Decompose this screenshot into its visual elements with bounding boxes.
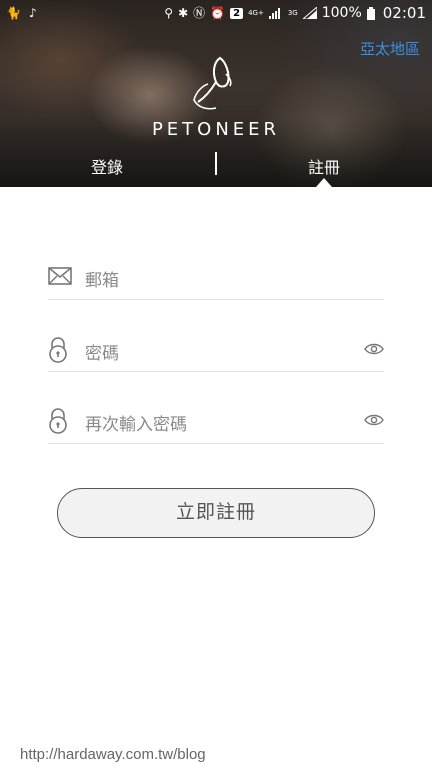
clock: 02:01 [382,4,426,22]
auth-tabs: 登錄 註冊 [0,148,432,187]
password-input[interactable]: 密碼 [85,339,119,364]
signal-icon [268,8,280,19]
tab-register[interactable]: 註冊 [308,154,340,178]
nfc-icon: Ⓝ [193,6,206,20]
confirm-password-input[interactable]: 再次輸入密碼 [85,410,187,435]
password-field[interactable]: 密碼 [48,300,384,372]
tab-divider [215,152,217,175]
location-icon: ⚲ [164,6,174,20]
lock-icon [49,408,67,434]
notification-count-badge: 2 [230,7,244,19]
bluetooth-icon: ✱ [178,6,189,20]
pet-logo-icon [193,56,232,110]
register-form: 郵箱 密碼 再次輸入密碼 [48,254,384,444]
status-bar: 🐈 ♪ ⚲ ✱ Ⓝ ⏰ 2 4G+ 3G 100% 02:01 [0,0,432,26]
header-hero-image: 🐈 ♪ ⚲ ✱ Ⓝ ⏰ 2 4G+ 3G 100% 02:01 亞太地區 PET… [0,0,432,187]
lock-icon [49,337,67,363]
battery-percent: 100% [321,5,362,21]
music-note-icon: ♪ [28,6,37,20]
network-4g-label: 4G+ [248,8,264,17]
show-confirm-password-eye-icon[interactable] [364,414,384,426]
email-input[interactable]: 郵箱 [85,266,119,291]
email-field[interactable]: 郵箱 [48,254,384,300]
active-tab-indicator [316,178,332,187]
show-password-eye-icon[interactable] [364,343,384,355]
register-button[interactable]: 立即註冊 [57,488,375,538]
signal-icon-2 [302,7,317,19]
petoneer-logo [0,52,432,114]
network-3g-label: 3G [287,8,298,17]
mail-icon [48,267,72,285]
battery-icon [366,6,375,20]
cat-notification-icon: 🐈 [6,6,21,20]
watermark: http://hardaway.com.tw/blog [20,746,206,763]
confirm-password-field[interactable]: 再次輸入密碼 [48,372,384,444]
brand-name: PETONEER [151,119,281,140]
alarm-icon: ⏰ [210,6,226,20]
tab-login[interactable]: 登錄 [91,154,123,178]
